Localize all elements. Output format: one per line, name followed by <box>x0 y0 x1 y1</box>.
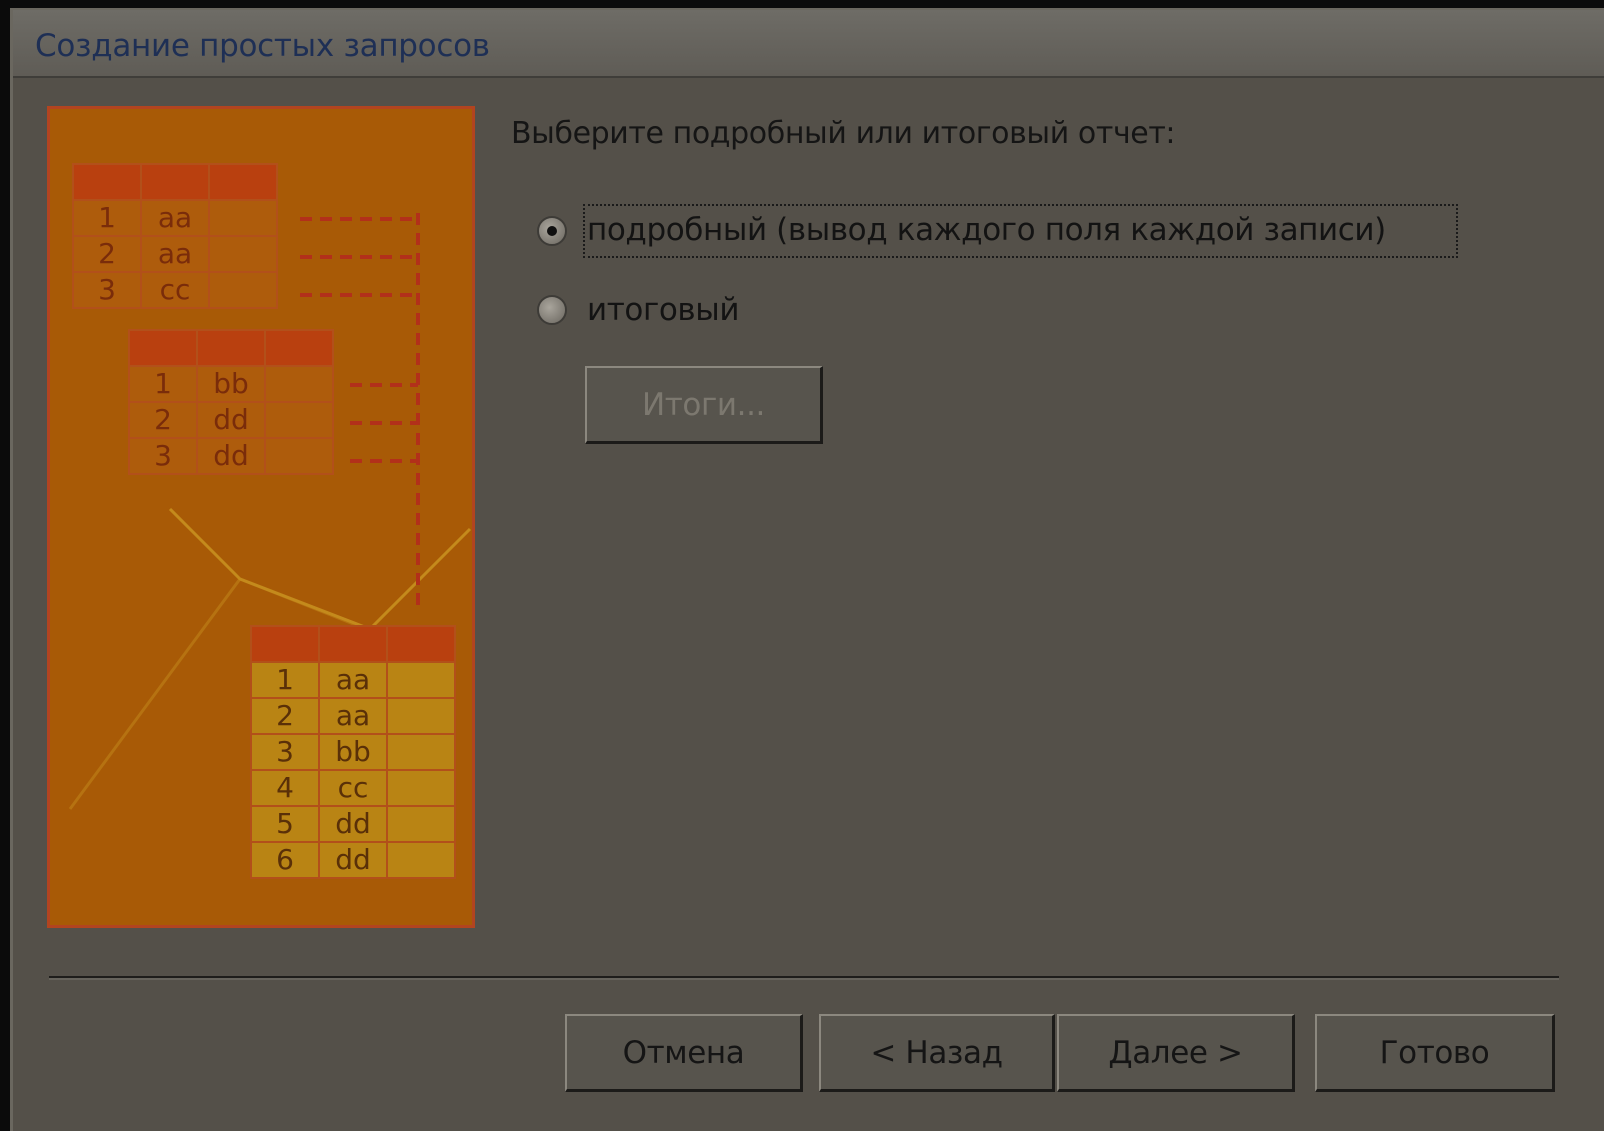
result-table: 1 aa 2 aa 3 bb 4 cc 5 dd 6 dd <box>250 625 456 879</box>
source-table-2: 1 bb 2 dd 3 dd <box>128 329 334 475</box>
table-row: 6 dd <box>250 841 456 879</box>
source-table-1: 1 aa 2 aa 3 cc <box>72 163 278 309</box>
cancel-button[interactable]: Отмена <box>565 1014 803 1092</box>
footer-separator <box>49 976 1559 980</box>
table-row: 5 dd <box>250 805 456 843</box>
table-row: 2 aa <box>72 235 278 273</box>
title-bar[interactable]: Создание простых запросов <box>13 10 1604 78</box>
table-row: 3 dd <box>128 437 334 475</box>
radio-selected-dot <box>547 226 557 236</box>
table-row: 1 bb <box>128 365 334 403</box>
table-row: 1 aa <box>250 661 456 699</box>
table-row: 3 bb <box>250 733 456 771</box>
option-detail[interactable]: подробный (вывод каждого поля каждой зап… <box>537 204 1458 258</box>
next-button[interactable]: Далее > <box>1057 1014 1295 1092</box>
table-row: 4 cc <box>250 769 456 807</box>
summary-options-button[interactable]: Итоги... <box>585 366 823 444</box>
table-row: 3 cc <box>72 271 278 309</box>
dialog-window: Создание простых запросов 1 aa 2 aa 3 cc 1b… <box>10 8 1604 1131</box>
back-button[interactable]: < Назад <box>819 1014 1055 1092</box>
window-title: Создание простых запросов <box>35 28 490 64</box>
report-type-prompt: Выберите подробный или итоговый отчет: <box>511 116 1176 151</box>
table-row: 2 dd <box>128 401 334 439</box>
finish-button[interactable]: Готово <box>1315 1014 1555 1092</box>
radio-summary[interactable] <box>537 295 567 325</box>
option-summary[interactable]: итоговый <box>537 286 743 334</box>
wizard-illustration: 1 aa 2 aa 3 cc 1 bb 2 dd 3 dd 1 aa 2 aa 3 bb 4 cc … <box>47 106 475 928</box>
option-summary-label[interactable]: итоговый <box>583 286 743 334</box>
table-row: 1 aa <box>72 199 278 237</box>
option-detail-label[interactable]: подробный (вывод каждого поля каждой зап… <box>583 204 1458 258</box>
radio-detail[interactable] <box>537 216 567 246</box>
table-row: 2 aa <box>250 697 456 735</box>
